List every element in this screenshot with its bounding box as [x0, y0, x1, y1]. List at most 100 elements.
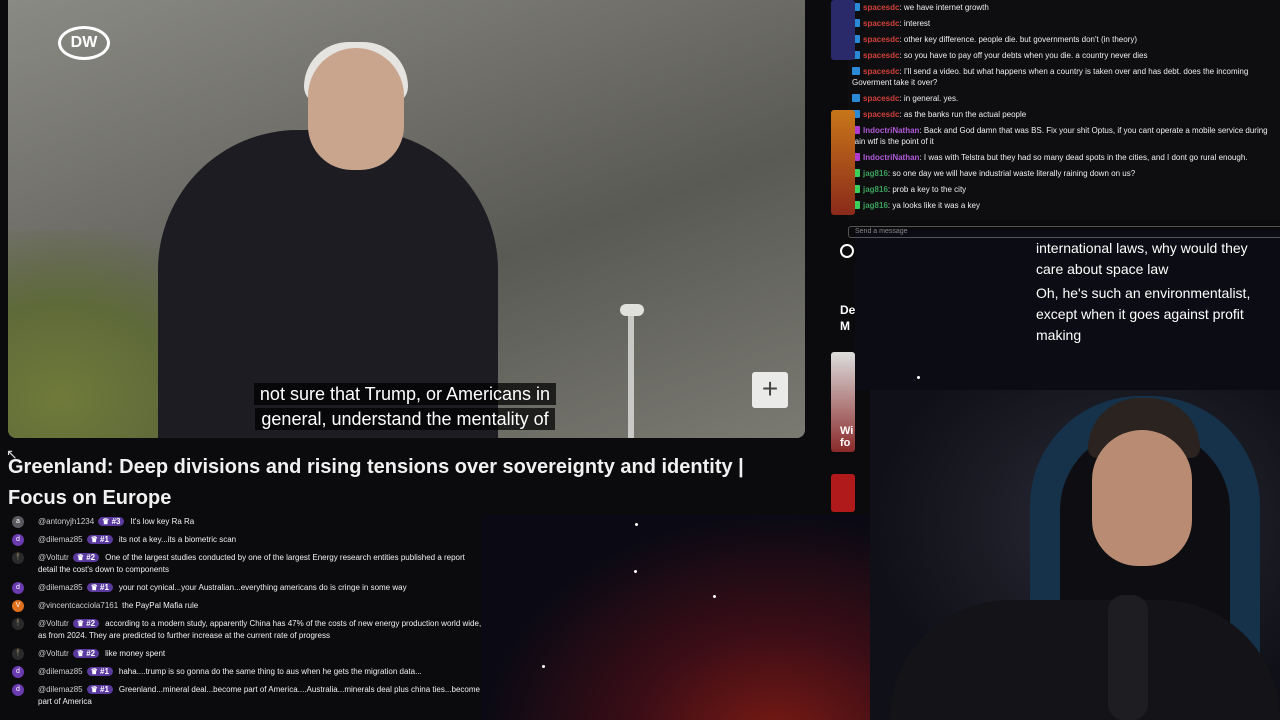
comment-text: One of the largest studies conducted by … — [38, 553, 465, 574]
chat-username[interactable]: jag816 — [863, 201, 888, 210]
chat-message: jag816: so one day we will have industri… — [852, 168, 1276, 179]
comment-text: the PayPal Mafia rule — [122, 601, 199, 610]
badge-icon — [852, 67, 860, 75]
chat-message-text: : in general. yes. — [899, 94, 959, 103]
commenter-avatar[interactable]: V — [12, 600, 24, 612]
video-player[interactable] — [8, 0, 805, 438]
commenter-name[interactable]: @vincentcacciola7161 — [38, 601, 118, 610]
commenter-avatar[interactable]: d — [12, 582, 24, 594]
webcam-person-body — [890, 600, 1280, 720]
video-frame-pole — [628, 312, 634, 438]
chat-username[interactable]: spacesdc — [863, 94, 899, 103]
comment-row: a @antonyjh1234 ♛ #3 It's low key Ra Ra — [12, 516, 482, 528]
rank-badge: ♛ #3 — [98, 517, 125, 526]
chat-message-text: : I'll send a video. but what happens wh… — [852, 67, 1249, 87]
commenter-name[interactable]: @dilemaz85 — [38, 535, 83, 544]
commenter-avatar[interactable]: 🕴 — [12, 552, 24, 564]
chat-message: spacesdc: so you have to pay off your de… — [852, 50, 1276, 61]
comment-row: 🕴 @Voltutr ♛ #2 like money spent — [12, 648, 482, 660]
comment-text: its not a key...its a biometric scan — [118, 535, 237, 544]
chat-message: spacesdc: we have internet growth — [852, 2, 1276, 13]
video-title: Greenland: Deep divisions and rising ten… — [8, 456, 744, 509]
side-thumb-label-3: Wi — [840, 425, 854, 437]
commenter-name[interactable]: @antonyjh1234 — [38, 517, 94, 526]
chat-message-text: : interest — [899, 19, 931, 28]
chat-message: spacesdc: in general. yes. — [852, 93, 1276, 104]
chat-username[interactable]: spacesdc — [863, 51, 899, 60]
chat-message-text: : we have internet growth — [899, 3, 989, 12]
badge-icon — [852, 94, 860, 102]
chat-message: spacesdc: I'll send a video. but what ha… — [852, 66, 1276, 88]
commenter-name[interactable]: @dilemaz85 — [38, 685, 83, 694]
commenter-avatar[interactable]: d — [12, 534, 24, 546]
space-background — [482, 515, 902, 720]
comment-text: like money spent — [105, 649, 166, 658]
chat-message-text: : other key difference. people die. but … — [899, 35, 1137, 44]
side-thumb-label-2: M — [840, 319, 850, 333]
chat-username[interactable]: spacesdc — [863, 35, 899, 44]
video-frame-head — [308, 48, 404, 170]
side-thumbnail-4[interactable] — [831, 474, 855, 512]
commenter-avatar[interactable]: a — [12, 516, 24, 528]
commenter-name[interactable]: @Voltutr — [38, 619, 69, 628]
chat-input[interactable]: Send a message — [848, 226, 1280, 238]
comment-text: your not cynical...your Australian...eve… — [118, 583, 407, 592]
side-thumb-label-1: De — [840, 303, 856, 317]
caption-line-1: international laws, why would they care … — [1036, 240, 1248, 277]
side-thumb-label-4: fo — [840, 437, 851, 449]
chat-message: IndoctriNathan: Back and God damn that w… — [852, 125, 1276, 147]
chat-username[interactable]: jag816 — [863, 185, 888, 194]
video-subtitle-text-1: not sure that Trump, or Americans in — [253, 383, 557, 405]
rank-badge: ♛ #2 — [72, 649, 100, 658]
commenter-avatar[interactable]: 🕴 — [12, 648, 24, 660]
commenter-avatar[interactable]: d — [12, 684, 24, 696]
comment-row: d @dilemaz85 ♛ #1 its not a key...its a bio… — [12, 534, 482, 546]
video-subtitle-line-2: general, understand the mentality of — [240, 407, 570, 432]
chat-username[interactable]: spacesdc — [863, 19, 899, 28]
video-frame-lamp — [620, 304, 644, 316]
chat-message: spacesdc: interest — [852, 18, 1276, 29]
commenter-name[interactable]: @dilemaz85 — [38, 667, 83, 676]
chat-username[interactable]: jag816 — [863, 169, 888, 178]
comment-row: 🕴 @Voltutr ♛ #2 according to a modern study… — [12, 618, 482, 642]
comment-row: 🕴 @Voltutr ♛ #2 One of the largest studies … — [12, 552, 482, 576]
rank-badge: ♛ #1 — [86, 535, 113, 544]
twitch-chat-panel: spacesdc: we have internet growth spacesd… — [848, 0, 1280, 220]
comment-row: d @dilemaz85 ♛ #1 your not cynical...your A… — [12, 582, 482, 594]
commenter-name[interactable]: @Voltutr — [38, 649, 69, 658]
comment-row: d @dilemaz85 ♛ #1 Greenland...mineral deal.… — [12, 684, 482, 708]
chat-message: jag816: prob a key to the city — [852, 184, 1276, 195]
chat-username[interactable]: IndoctriNathan — [863, 126, 919, 135]
side-thumbnail-2[interactable] — [831, 110, 855, 215]
side-thumbnail-1[interactable] — [831, 0, 855, 60]
rank-badge: ♛ #1 — [86, 685, 113, 694]
comment-text: It's low key Ra Ra — [130, 517, 195, 526]
video-subtitle-line-1: not sure that Trump, or Americans in — [240, 382, 570, 407]
side-channel-icon[interactable] — [840, 244, 854, 258]
comments-list: a @antonyjh1234 ♛ #3 It's low key Ra Ra d @di… — [12, 516, 482, 720]
chat-username[interactable]: spacesdc — [863, 110, 899, 119]
live-captions: international laws, why would they care … — [1036, 238, 1272, 349]
comment-text: according to a modern study, apparently … — [38, 619, 482, 640]
rank-badge: ♛ #2 — [72, 619, 100, 628]
chat-message-text: : so one day we will have industrial was… — [887, 169, 1136, 178]
video-subtitle-text-2: general, understand the mentality of — [255, 408, 555, 430]
chat-message-text: : I was with Telstra but they had so man… — [919, 153, 1248, 162]
rank-badge: ♛ #1 — [86, 583, 113, 592]
chat-message: IndoctriNathan: I was with Telstra but t… — [852, 152, 1276, 163]
commenter-name[interactable]: @dilemaz85 — [38, 583, 83, 592]
caption-line-2: Oh, he's such an environmentalist, excep… — [1036, 285, 1251, 343]
chat-username[interactable]: spacesdc — [863, 67, 899, 76]
comment-row: d @dilemaz85 ♛ #1 haha....trump is so gonna… — [12, 666, 482, 678]
chat-message: spacesdc: other key difference. people d… — [852, 34, 1276, 45]
commenter-avatar[interactable]: 🕴 — [12, 618, 24, 630]
rank-badge: ♛ #1 — [86, 667, 113, 676]
commenter-name[interactable]: @Voltutr — [38, 553, 69, 562]
chat-username[interactable]: spacesdc — [863, 3, 899, 12]
commenter-avatar[interactable]: d — [12, 666, 24, 678]
dw-logo: DW — [58, 26, 110, 60]
chat-message-text: : so you have to pay off your debts when… — [899, 51, 1148, 60]
add-button[interactable]: + — [752, 372, 788, 408]
chat-username[interactable]: IndoctriNathan — [863, 153, 919, 162]
chat-message-text: : prob a key to the city — [887, 185, 967, 194]
